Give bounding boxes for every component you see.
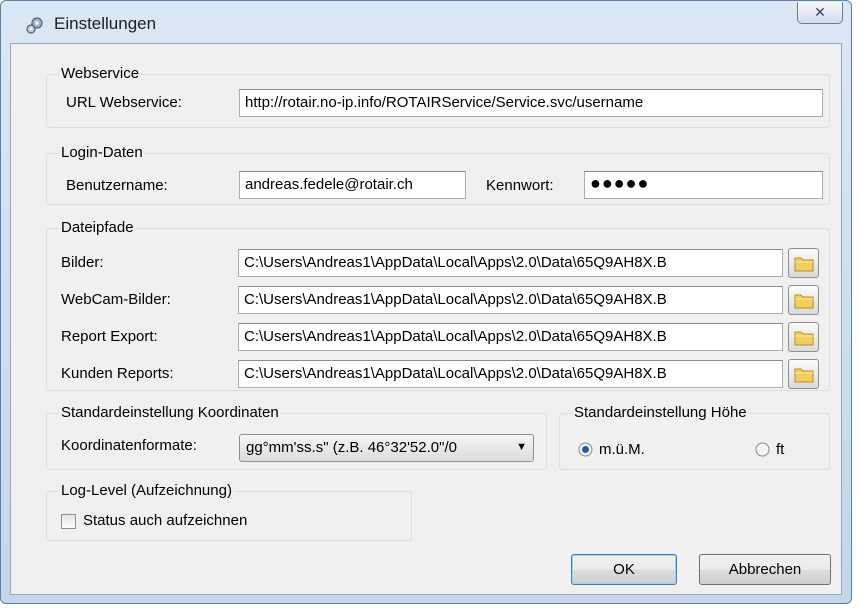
path-input-kunden-reports[interactable]: C:\Users\Andreas1\AppData\Local\Apps\2.0… bbox=[238, 360, 783, 388]
folder-icon bbox=[794, 294, 814, 309]
close-icon: ✕ bbox=[814, 4, 826, 20]
webservice-legend: Webservice bbox=[59, 65, 142, 82]
path-input-report-export[interactable]: C:\Users\Andreas1\AppData\Local\Apps\2.0… bbox=[238, 323, 783, 351]
log-level-legend: Log-Level (Aufzeichnung) bbox=[59, 482, 234, 499]
height-legend: Standardeinstellung Höhe bbox=[572, 404, 749, 421]
chevron-down-icon: ▼ bbox=[516, 441, 527, 453]
browse-bilder-button[interactable] bbox=[788, 248, 819, 278]
browse-webcam-button[interactable] bbox=[788, 285, 819, 315]
coordinates-legend: Standardeinstellung Koordinaten bbox=[59, 404, 281, 421]
path-label-bilder: Bilder: bbox=[61, 254, 104, 271]
coordinate-format-label: Koordinatenformate: bbox=[61, 437, 197, 454]
radio-ft-label: ft bbox=[776, 441, 785, 458]
radio-m-u-m[interactable] bbox=[578, 442, 593, 457]
title-bar[interactable]: Einstellungen ✕ bbox=[1, 1, 851, 43]
gears-icon bbox=[25, 15, 45, 35]
path-label-report-export: Report Export: bbox=[61, 328, 158, 345]
ok-button[interactable]: OK bbox=[571, 554, 677, 585]
coordinate-format-select[interactable]: gg°mm'ss.s" (z.B. 46°32'52.0"/0 ▼ bbox=[239, 434, 534, 462]
browse-report-export-button[interactable] bbox=[788, 322, 819, 352]
folder-icon bbox=[794, 331, 814, 346]
cancel-button[interactable]: Abbrechen bbox=[699, 554, 831, 585]
username-label: Benutzername: bbox=[66, 177, 168, 194]
file-paths-legend: Dateipfade bbox=[59, 219, 136, 236]
window-title: Einstellungen bbox=[54, 14, 157, 33]
close-button[interactable]: ✕ bbox=[797, 2, 843, 24]
login-legend: Login-Daten bbox=[59, 144, 145, 161]
url-webservice-input[interactable]: http://rotair.no-ip.info/ROTAIRService/S… bbox=[239, 89, 823, 117]
path-input-webcam[interactable]: C:\Users\Andreas1\AppData\Local\Apps\2.0… bbox=[238, 286, 783, 314]
radio-ft[interactable] bbox=[755, 442, 770, 457]
radio-m-u-m-label: m.ü.M. bbox=[599, 441, 645, 458]
status-log-checkbox[interactable] bbox=[61, 514, 76, 529]
folder-icon bbox=[794, 368, 814, 383]
coordinate-format-value: gg°mm'ss.s" (z.B. 46°32'52.0"/0 bbox=[246, 439, 457, 456]
path-input-bilder[interactable]: C:\Users\Andreas1\AppData\Local\Apps\2.0… bbox=[238, 249, 783, 277]
password-input[interactable]: ●●●●● bbox=[584, 171, 823, 199]
browse-kunden-reports-button[interactable] bbox=[788, 359, 819, 389]
url-webservice-label: URL Webservice: bbox=[66, 94, 182, 111]
dialog-content: Webservice URL Webservice: http://rotair… bbox=[10, 43, 842, 595]
path-label-webcam: WebCam-Bilder: bbox=[61, 291, 171, 308]
path-label-kunden-reports: Kunden Reports: bbox=[61, 365, 174, 382]
settings-dialog: Einstellungen ✕ Webservice URL Webservic… bbox=[0, 0, 852, 604]
status-log-label: Status auch aufzeichnen bbox=[83, 512, 248, 529]
folder-icon bbox=[794, 257, 814, 272]
password-label: Kennwort: bbox=[486, 177, 554, 194]
username-input[interactable]: andreas.fedele@rotair.ch bbox=[239, 171, 466, 199]
